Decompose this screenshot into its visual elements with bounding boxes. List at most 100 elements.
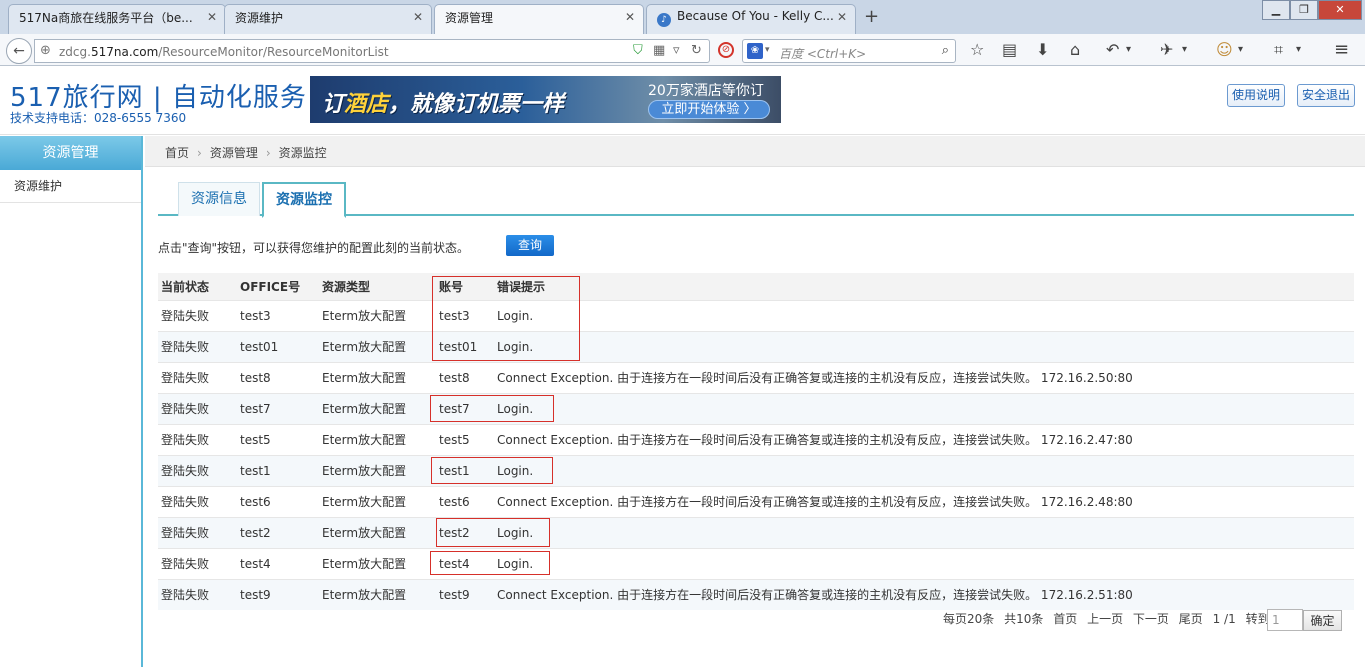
office-cell: test01 (237, 330, 319, 362)
status-cell: 登陆失败 (158, 330, 237, 362)
column-header-account: 账号 (436, 273, 494, 300)
browser-tab-label: 资源管理 (445, 11, 494, 25)
chevron-down-icon[interactable]: ▾ (1182, 42, 1187, 58)
breadcrumb-resource-management[interactable]: 资源管理 (210, 146, 258, 160)
status-cell: 登陆失败 (158, 299, 237, 331)
browser-tab-3-active[interactable]: 资源管理 ✕ (434, 4, 644, 35)
close-icon[interactable]: ✕ (207, 10, 217, 24)
status-cell: 登陆失败 (158, 485, 237, 517)
chevron-down-icon[interactable]: ▾ (1238, 42, 1243, 58)
shield-icon[interactable]: ⛉ (633, 43, 643, 58)
reload-icon[interactable]: ↻ (691, 43, 702, 58)
page-number-input[interactable]: 1 (1267, 609, 1303, 631)
error-cell: Login. (494, 516, 1354, 548)
chevron-down-icon[interactable]: ▾ (765, 45, 770, 55)
type-cell: Eterm放大配置 (319, 423, 436, 455)
address-bar[interactable]: ⊕ zdcg.517na.com/ResourceMonitor/Resourc… (34, 39, 710, 63)
chevron-right-icon: › (265, 146, 271, 160)
account-cell: test6 (436, 485, 494, 517)
tab-resource-monitor[interactable]: 资源监控 (262, 182, 346, 218)
column-header-office: OFFICE号 (237, 273, 319, 300)
browser-tab-label: 资源维护 (235, 11, 284, 25)
status-cell: 登陆失败 (158, 361, 237, 393)
office-cell: test6 (237, 485, 319, 517)
maximize-button[interactable]: ❐ (1290, 0, 1318, 20)
office-cell: test4 (237, 547, 319, 579)
browser-tab-1[interactable]: 517Na商旅在线服务平台（be... ✕ (8, 4, 226, 34)
qrcode-icon[interactable]: ▦ (653, 43, 665, 58)
browser-tab-4[interactable]: ♪ Because Of You - Kelly C... ✕ (646, 4, 856, 34)
account-cell: test7 (436, 392, 494, 424)
chevron-right-icon: › (197, 146, 202, 160)
new-tab-button[interactable]: + (864, 6, 879, 27)
fly-icon[interactable]: ✈ (1160, 42, 1173, 58)
browser-tab-2[interactable]: 资源维护 ✕ (224, 4, 432, 34)
next-page-link[interactable]: 下一页 (1133, 612, 1169, 626)
type-cell: Eterm放大配置 (319, 392, 436, 424)
dropdown-icon[interactable]: ▿ (673, 43, 680, 58)
monkey-icon[interactable]: ☺ (1216, 42, 1233, 58)
column-header-status: 当前状态 (158, 273, 237, 300)
crop-icon[interactable]: ⌗ (1274, 42, 1283, 58)
hotel-ad-banner[interactable]: 订酒店，就像订机票一样 20万家酒店等你订 立即开始体验 〉 (310, 76, 781, 123)
block-icon[interactable]: ⊘ (718, 42, 734, 58)
column-header-type: 资源类型 (319, 273, 436, 300)
table-row: 登陆失败 test3 Eterm放大配置 test3 Login. (158, 299, 1354, 331)
tab-resource-info[interactable]: 资源信息 (178, 182, 260, 216)
office-cell: test5 (237, 423, 319, 455)
chevron-down-icon[interactable]: ▾ (1296, 42, 1301, 58)
table-row: 登陆失败 test01 Eterm放大配置 test01 Login. (158, 330, 1354, 362)
status-cell: 登陆失败 (158, 423, 237, 455)
minimize-button[interactable]: ▁ (1262, 0, 1290, 20)
banner-subtitle: 20万家酒店等你订 (648, 83, 764, 99)
browser-toolbar: ← ⊕ zdcg.517na.com/ResourceMonitor/Resou… (0, 34, 1365, 66)
breadcrumb-current: 资源监控 (278, 146, 327, 160)
site-header: 517旅行网 | 自动化服务 技术支持电话：028-6555 7360 订酒店，… (0, 67, 1365, 135)
last-page-link[interactable]: 尾页 (1179, 612, 1203, 626)
logout-button[interactable]: 安全退出 (1297, 84, 1356, 107)
close-icon[interactable]: ✕ (837, 10, 847, 24)
type-cell: Eterm放大配置 (319, 361, 436, 393)
account-cell: test01 (436, 330, 494, 362)
undo-icon[interactable]: ↶ (1106, 42, 1119, 58)
status-cell: 登陆失败 (158, 516, 237, 548)
banner-cta-button[interactable]: 立即开始体验 〉 (648, 100, 770, 119)
prev-page-link[interactable]: 上一页 (1087, 612, 1123, 626)
help-button[interactable]: 使用说明 (1227, 84, 1286, 107)
type-cell: Eterm放大配置 (319, 454, 436, 486)
error-cell: Login. (494, 299, 1354, 331)
office-cell: test1 (237, 454, 319, 486)
paw-icon: ❀ (747, 43, 763, 59)
back-arrow-icon[interactable]: ← (6, 38, 32, 64)
home-icon[interactable]: ⌂ (1070, 42, 1080, 58)
sidebar-item-resource-maintenance[interactable]: 资源维护 (0, 170, 141, 203)
star-icon[interactable]: ☆ (970, 42, 984, 58)
search-box[interactable]: ❀ ▾ 百度 <Ctrl+K> ⌕ (742, 39, 956, 63)
account-cell: test9 (436, 578, 494, 610)
sidebar: 资源管理 资源维护 (0, 136, 143, 667)
office-cell: test9 (237, 578, 319, 610)
results-table: 当前状态 OFFICE号 资源类型 账号 错误提示 登陆失败 test3 Eterm… (158, 273, 1354, 610)
table-header-row: 当前状态 OFFICE号 资源类型 账号 错误提示 (158, 273, 1354, 300)
confirm-page-button[interactable]: 确定 (1303, 610, 1342, 631)
download-icon[interactable]: ⬇ (1036, 42, 1049, 58)
url-text: zdcg.517na.com/ResourceMonitor/ResourceM… (59, 45, 389, 59)
query-button[interactable]: 查询 (506, 235, 554, 256)
close-icon[interactable]: ✕ (625, 10, 635, 24)
account-cell: test3 (436, 299, 494, 331)
window-close-button[interactable]: ✕ (1318, 0, 1362, 20)
table-row: 登陆失败 test5 Eterm放大配置 test5 Connect Exception… (158, 423, 1354, 455)
total-count-text: 共10条 (1004, 612, 1044, 626)
menu-icon[interactable]: ≡ (1334, 41, 1349, 59)
reading-list-icon[interactable]: ▤ (1002, 42, 1017, 58)
query-hint: 点击"查询"按钮，可以获得您维护的配置此刻的当前状态。 (158, 241, 470, 255)
chevron-down-icon[interactable]: ▾ (1126, 42, 1131, 58)
status-cell: 登陆失败 (158, 578, 237, 610)
first-page-link[interactable]: 首页 (1053, 612, 1077, 626)
status-cell: 登陆失败 (158, 392, 237, 424)
breadcrumb-home[interactable]: 首页 (165, 146, 189, 160)
status-cell: 登陆失败 (158, 454, 237, 486)
close-icon[interactable]: ✕ (413, 10, 423, 24)
browser-tab-label: Because Of You - Kelly C... (677, 9, 834, 23)
magnifier-icon[interactable]: ⌕ (942, 43, 949, 58)
